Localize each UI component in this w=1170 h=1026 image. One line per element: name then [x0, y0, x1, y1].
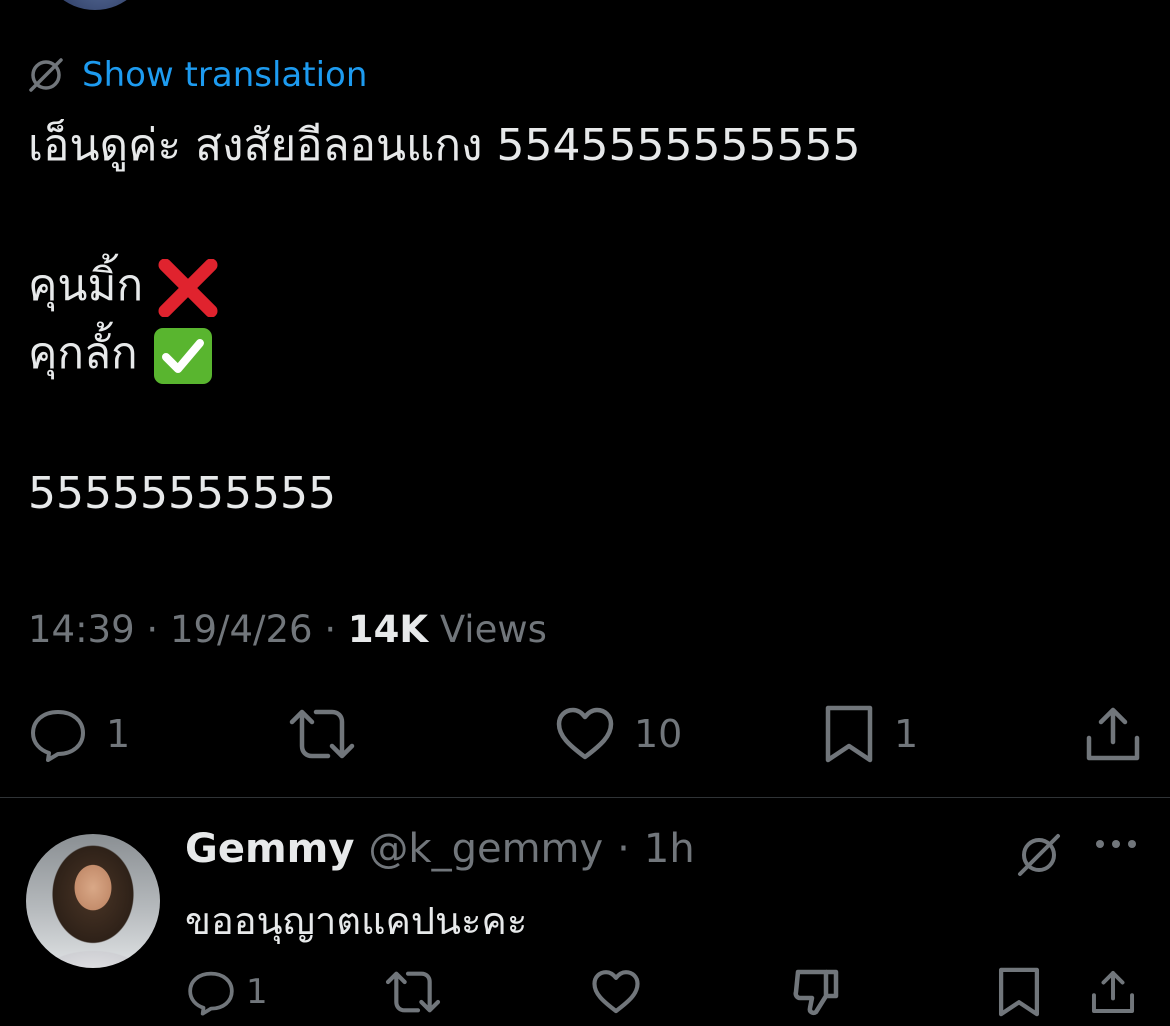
tweet-line-2-text: คุนมิ้ก	[28, 260, 144, 311]
translate-icon	[1014, 832, 1064, 878]
like-count: 10	[634, 712, 683, 756]
more-dots-icon	[1094, 836, 1138, 852]
share-icon	[1084, 704, 1142, 764]
reply-author-handle[interactable]: @k_gemmy	[368, 826, 603, 872]
cross-mark-icon	[157, 259, 219, 317]
reply-count: 1	[106, 712, 131, 756]
retweet-button[interactable]	[288, 702, 374, 766]
like-button[interactable]: 10	[554, 702, 682, 766]
reply-bookmark-button[interactable]	[996, 964, 1042, 1020]
reply-header: Gemmy @k_gemmy · 1h	[185, 826, 695, 872]
reply-dislike-button[interactable]	[792, 964, 842, 1020]
reply-share-button[interactable]	[1090, 964, 1136, 1020]
reply-icon	[28, 704, 88, 764]
reply-translate-button[interactable]	[1014, 832, 1064, 878]
tweet-meta: 14:39 · 19/4/26 · 14K Views	[28, 608, 547, 651]
meta-separator: ·	[324, 608, 337, 651]
reply-age[interactable]: 1h	[644, 826, 695, 872]
views-label: Views	[439, 608, 547, 651]
tweet-text-line-4: 55555555555	[28, 468, 336, 519]
reply-reply-count: 1	[246, 972, 268, 1012]
more-options-button[interactable]	[1094, 836, 1138, 852]
reply-retweet-button[interactable]	[384, 964, 442, 1020]
reply-separator: ·	[617, 826, 630, 872]
views-count: 14K	[347, 608, 429, 651]
retweet-icon	[384, 967, 442, 1017]
translate-icon	[26, 55, 66, 95]
author-avatar[interactable]	[40, 0, 150, 10]
divider	[0, 797, 1170, 798]
tweet-line-3-text: คุกลั้ก	[28, 328, 138, 379]
thumbs-down-icon	[792, 966, 842, 1018]
reply-button[interactable]: 1	[28, 702, 130, 766]
tweet-time[interactable]: 14:39	[28, 608, 135, 651]
meta-separator: ·	[146, 608, 159, 651]
show-translation-label: Show translation	[82, 55, 368, 95]
bookmark-button[interactable]: 1	[822, 702, 918, 766]
show-translation-button[interactable]: Show translation	[26, 52, 367, 98]
tweet-date[interactable]: 19/4/26	[170, 608, 313, 651]
heart-icon	[554, 705, 616, 763]
reply-like-button[interactable]	[590, 964, 642, 1020]
bookmark-count: 1	[894, 712, 919, 756]
tweet-text-line-2: คุนมิ้ก	[28, 258, 219, 317]
bookmark-icon	[996, 966, 1042, 1018]
heart-icon	[590, 968, 642, 1016]
share-icon	[1090, 967, 1136, 1017]
reply-icon	[186, 967, 236, 1017]
reply-author-avatar[interactable]	[26, 834, 160, 968]
reply-reply-button[interactable]: 1	[186, 964, 268, 1020]
retweet-icon	[288, 704, 356, 764]
check-mark-icon	[152, 326, 214, 386]
tweet-text-line-1: เอ็นดูค่ะ สงสัยอีลอนแกง 5545555555555	[28, 120, 861, 171]
reply-author-name[interactable]: Gemmy	[185, 826, 354, 872]
tweet-text-line-3: คุกลั้ก	[28, 326, 214, 386]
share-button[interactable]	[1084, 702, 1142, 766]
bookmark-icon	[822, 704, 876, 764]
reply-text: ขออนุญาตแคปนะคะ	[185, 899, 528, 943]
